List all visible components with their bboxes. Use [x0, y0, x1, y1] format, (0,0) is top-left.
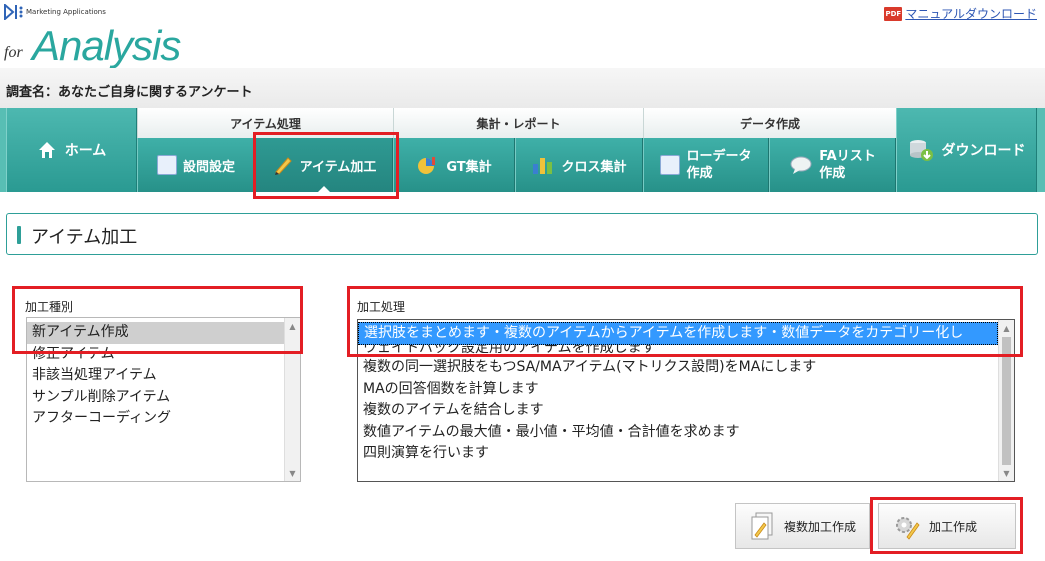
nav-item-edit[interactable]: アイテム加工 [255, 138, 393, 192]
process-item-join[interactable]: 複数のアイテムを結合します [358, 400, 998, 422]
type-item-nonapplicable[interactable]: 非該当処理アイテム [27, 365, 285, 387]
type-item-modify[interactable]: 修正アイテム [27, 344, 285, 366]
create-button[interactable]: 加工作成 [878, 503, 1016, 549]
multi-create-button[interactable]: 複数加工作成 [735, 503, 870, 549]
questionnaire-icon [156, 155, 177, 175]
nav-fa-label-2: 作成 [819, 166, 846, 181]
nav-fa-text: FAリスト 作成 [819, 148, 875, 182]
nav-item-edit-label: アイテム加工 [299, 159, 377, 175]
process-item-merge[interactable]: 選択肢をまとめます・複数のアイテムからアイテムを作成します・数値データをカテゴリ… [358, 322, 998, 345]
pencil-icon [274, 157, 292, 175]
nav-home-label: ホーム [64, 143, 107, 159]
type-item-new[interactable]: 新アイテム作成 [27, 322, 285, 344]
manual-download[interactable]: PDF マニュアルダウンロード [884, 5, 1037, 22]
process-item-ma-count[interactable]: MAの回答個数を計算します [358, 379, 998, 401]
nav-fa-label-1: FAリスト [819, 149, 876, 164]
type-item-sample-delete[interactable]: サンプル削除アイテム [27, 387, 285, 409]
spreadsheet-icon [660, 155, 681, 175]
type-list[interactable]: 新アイテム作成 修正アイテム 非該当処理アイテム サンプル削除アイテム アフター… [26, 317, 301, 482]
process-item-matrix-ma[interactable]: 複数の同一選択肢をもつSA/MAアイテム(マトリクス設問)をMAにします [358, 357, 998, 379]
process-item-stats[interactable]: 数値アイテムの最大値・最小値・平均値・合計値を求めます [358, 422, 998, 444]
bar-chart-icon [533, 158, 553, 174]
type-list-items: 新アイテム作成 修正アイテム 非該当処理アイテム サンプル削除アイテム アフター… [27, 320, 285, 430]
database-download-icon [909, 140, 933, 161]
nav-setup-label: 設問設定 [182, 159, 235, 175]
pdf-icon: PDF [884, 6, 903, 21]
app-logo: Marketing Applications for Analysis [4, 4, 194, 69]
home-icon [38, 142, 55, 158]
scroll-down-icon[interactable]: ▼ [285, 465, 300, 481]
create-label: 加工作成 [929, 519, 978, 534]
type-list-scrollbar[interactable]: ▲ ▼ [284, 318, 300, 481]
nav-group-item: アイテム処理 [137, 108, 393, 138]
section-header: アイテム加工 [6, 213, 1038, 255]
process-item-arith[interactable]: 四則演算を行います [358, 443, 998, 465]
nav-rawdata[interactable]: ローデータ 作成 [643, 138, 769, 192]
nav-setup[interactable]: 設問設定 [137, 138, 255, 192]
scroll-up-icon[interactable]: ▲ [285, 318, 300, 334]
app-window: Marketing Applications for Analysis PDF … [0, 0, 1045, 561]
nav-home[interactable]: ホーム [6, 108, 137, 192]
type-item-aftercoding[interactable]: アフターコーディング [27, 408, 285, 430]
process-panel-label: 加工処理 [357, 300, 406, 314]
nav-group-report-label: 集計・レポート [476, 116, 561, 131]
nav-gt[interactable]: GT集計 [393, 138, 515, 192]
survey-bar: 調査名：あなたご自身に関するアンケート [0, 68, 1045, 108]
nav-gt-label: GT集計 [446, 159, 492, 175]
nav-download-label: ダウンロード [941, 143, 1026, 159]
logo-title: Analysis [32, 22, 181, 69]
nav-rawdata-text: ローデータ 作成 [686, 148, 751, 182]
nav-cross[interactable]: クロス集計 [515, 138, 643, 192]
process-scroll-thumb[interactable] [1002, 337, 1011, 465]
nav-fa[interactable]: FAリスト 作成 [769, 138, 896, 192]
scroll-down-icon[interactable]: ▼ [999, 465, 1014, 481]
nav-group-data: データ作成 [643, 108, 896, 138]
nav-cross-label: クロス集計 [561, 159, 627, 175]
scroll-up-icon[interactable]: ▲ [999, 320, 1014, 336]
nav-download[interactable]: ダウンロード [896, 108, 1037, 192]
process-list-items: 選択肢をまとめます・複数のアイテムからアイテムを作成します・数値データをカテゴリ… [358, 322, 998, 465]
survey-title: 調査名：あなたご自身に関するアンケート [6, 85, 253, 100]
multi-create-label: 複数加工作成 [784, 519, 857, 534]
active-tab-caret [318, 186, 330, 192]
nav-group-item-label: アイテム処理 [230, 116, 301, 131]
logo-subtitle: Marketing Applications [26, 8, 106, 16]
logo-mark-icon [4, 4, 23, 20]
gear-pencil-icon [896, 517, 920, 540]
nav-edge-right [1037, 108, 1045, 192]
manual-download-link[interactable]: マニュアルダウンロード [905, 5, 1037, 22]
speech-bubble-icon [790, 156, 812, 174]
nav-group-report: 集計・レポート [393, 108, 643, 138]
section-accent [17, 226, 21, 244]
main-nav: ホーム アイテム処理 集計・レポート データ作成 設問設定 アイテム加工 GT集… [0, 108, 1045, 192]
nav-group-data-label: データ作成 [739, 116, 800, 131]
process-item-weightback[interactable]: ウェイトバック設定用のアイテムを作成します [358, 345, 998, 357]
process-list-scrollbar[interactable]: ▲ ▼ [998, 320, 1014, 481]
nav-rawdata-label-2: 作成 [686, 166, 713, 181]
logo-for: for [4, 44, 23, 61]
type-panel-label: 加工種別 [25, 300, 74, 314]
section-title: アイテム加工 [31, 227, 138, 248]
process-list[interactable]: 選択肢をまとめます・複数のアイテムからアイテムを作成します・数値データをカテゴリ… [357, 319, 1015, 482]
nav-rawdata-label-1: ローデータ [686, 149, 752, 164]
documents-icon [751, 512, 773, 540]
pie-chart-icon [418, 157, 436, 174]
